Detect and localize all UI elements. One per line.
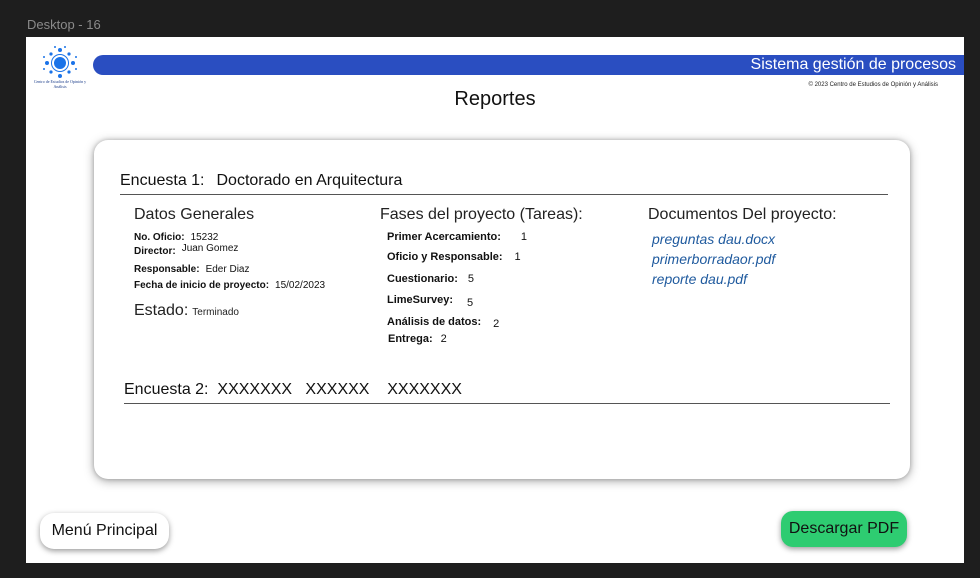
- field-value: Eder Diaz: [205, 264, 250, 275]
- task-key: Primer Acercamiento:: [387, 231, 501, 243]
- task-value: 1: [520, 231, 528, 243]
- task-key: LimeSurvey:: [387, 294, 454, 306]
- task-key: Análisis de datos:: [387, 316, 482, 328]
- task-key: Entrega:: [388, 333, 433, 345]
- phases-heading: Fases del proyecto (Tareas):: [380, 206, 583, 223]
- document-link[interactable]: reporte dau.pdf: [652, 271, 747, 287]
- task-value: 1: [514, 251, 521, 263]
- task-item: LimeSurvey: 5: [387, 294, 474, 309]
- task-value: 5: [467, 297, 474, 309]
- task-value: 2: [493, 318, 500, 330]
- field-key: No. Oficio:: [134, 232, 185, 243]
- task-value: 5: [467, 273, 475, 285]
- system-title: Sistema gestión de procesos: [750, 56, 956, 73]
- survey2-title: Encuesta 2: XXXXXXX XXXXXX XXXXXXX: [124, 381, 462, 398]
- task-item: Análisis de datos: 2: [387, 316, 500, 330]
- field-responsable: Responsable: Eder Diaz: [134, 264, 249, 275]
- task-item: Oficio y Responsable: 1: [387, 251, 521, 263]
- field-key: Director:: [134, 246, 176, 257]
- task-key: Cuestionario:: [387, 273, 458, 285]
- report-card: Encuesta 1: Doctorado en Arquitectura Dat…: [94, 140, 910, 479]
- task-key: Oficio y Responsable:: [387, 251, 503, 263]
- documents-heading: Documentos Del proyecto:: [648, 206, 837, 223]
- field-fecha: Fecha de inicio de proyecto: 15/02/2023: [134, 280, 325, 291]
- general-heading: Datos Generales: [134, 206, 255, 223]
- frame-label: Desktop - 16: [27, 17, 101, 32]
- divider: [124, 403, 890, 404]
- survey1-title: Encuesta 1: Doctorado en Arquitectura: [120, 172, 402, 190]
- survey1-name: Doctorado en Arquitectura: [216, 172, 403, 189]
- field-key: Responsable:: [134, 264, 200, 275]
- download-pdf-button[interactable]: Descargar PDF: [781, 511, 907, 547]
- task-item: Entrega: 2: [388, 333, 447, 345]
- task-item: Primer Acercamiento: 1: [387, 231, 527, 243]
- page-title: Reportes: [454, 88, 536, 110]
- document-link[interactable]: preguntas dau.docx: [652, 231, 775, 247]
- field-oficio: No. Oficio: 15232: [134, 232, 218, 243]
- document-link[interactable]: primerborradaor.pdf: [652, 251, 775, 267]
- field-key: Fecha de inicio de proyecto:: [134, 280, 270, 291]
- top-bar: Sistema gestión de procesos: [93, 55, 964, 75]
- status-value: Terminado: [192, 307, 239, 318]
- main-menu-button[interactable]: Menú Principal: [40, 513, 169, 549]
- task-value: 2: [440, 333, 447, 345]
- status: Estado: Terminado: [134, 302, 239, 320]
- status-label: Estado:: [134, 302, 189, 319]
- survey1-label: Encuesta 1:: [120, 172, 205, 189]
- divider: [120, 194, 888, 195]
- app-frame: Centro de Estudios de Opinión y Análisis…: [26, 37, 964, 563]
- field-value: 15232: [190, 232, 219, 243]
- task-item: Cuestionario: 5: [387, 273, 474, 285]
- field-value: Juan Gomez: [181, 243, 239, 254]
- field-director: Director: Juan Gomez: [134, 243, 239, 257]
- field-value: 15/02/2023: [275, 280, 326, 291]
